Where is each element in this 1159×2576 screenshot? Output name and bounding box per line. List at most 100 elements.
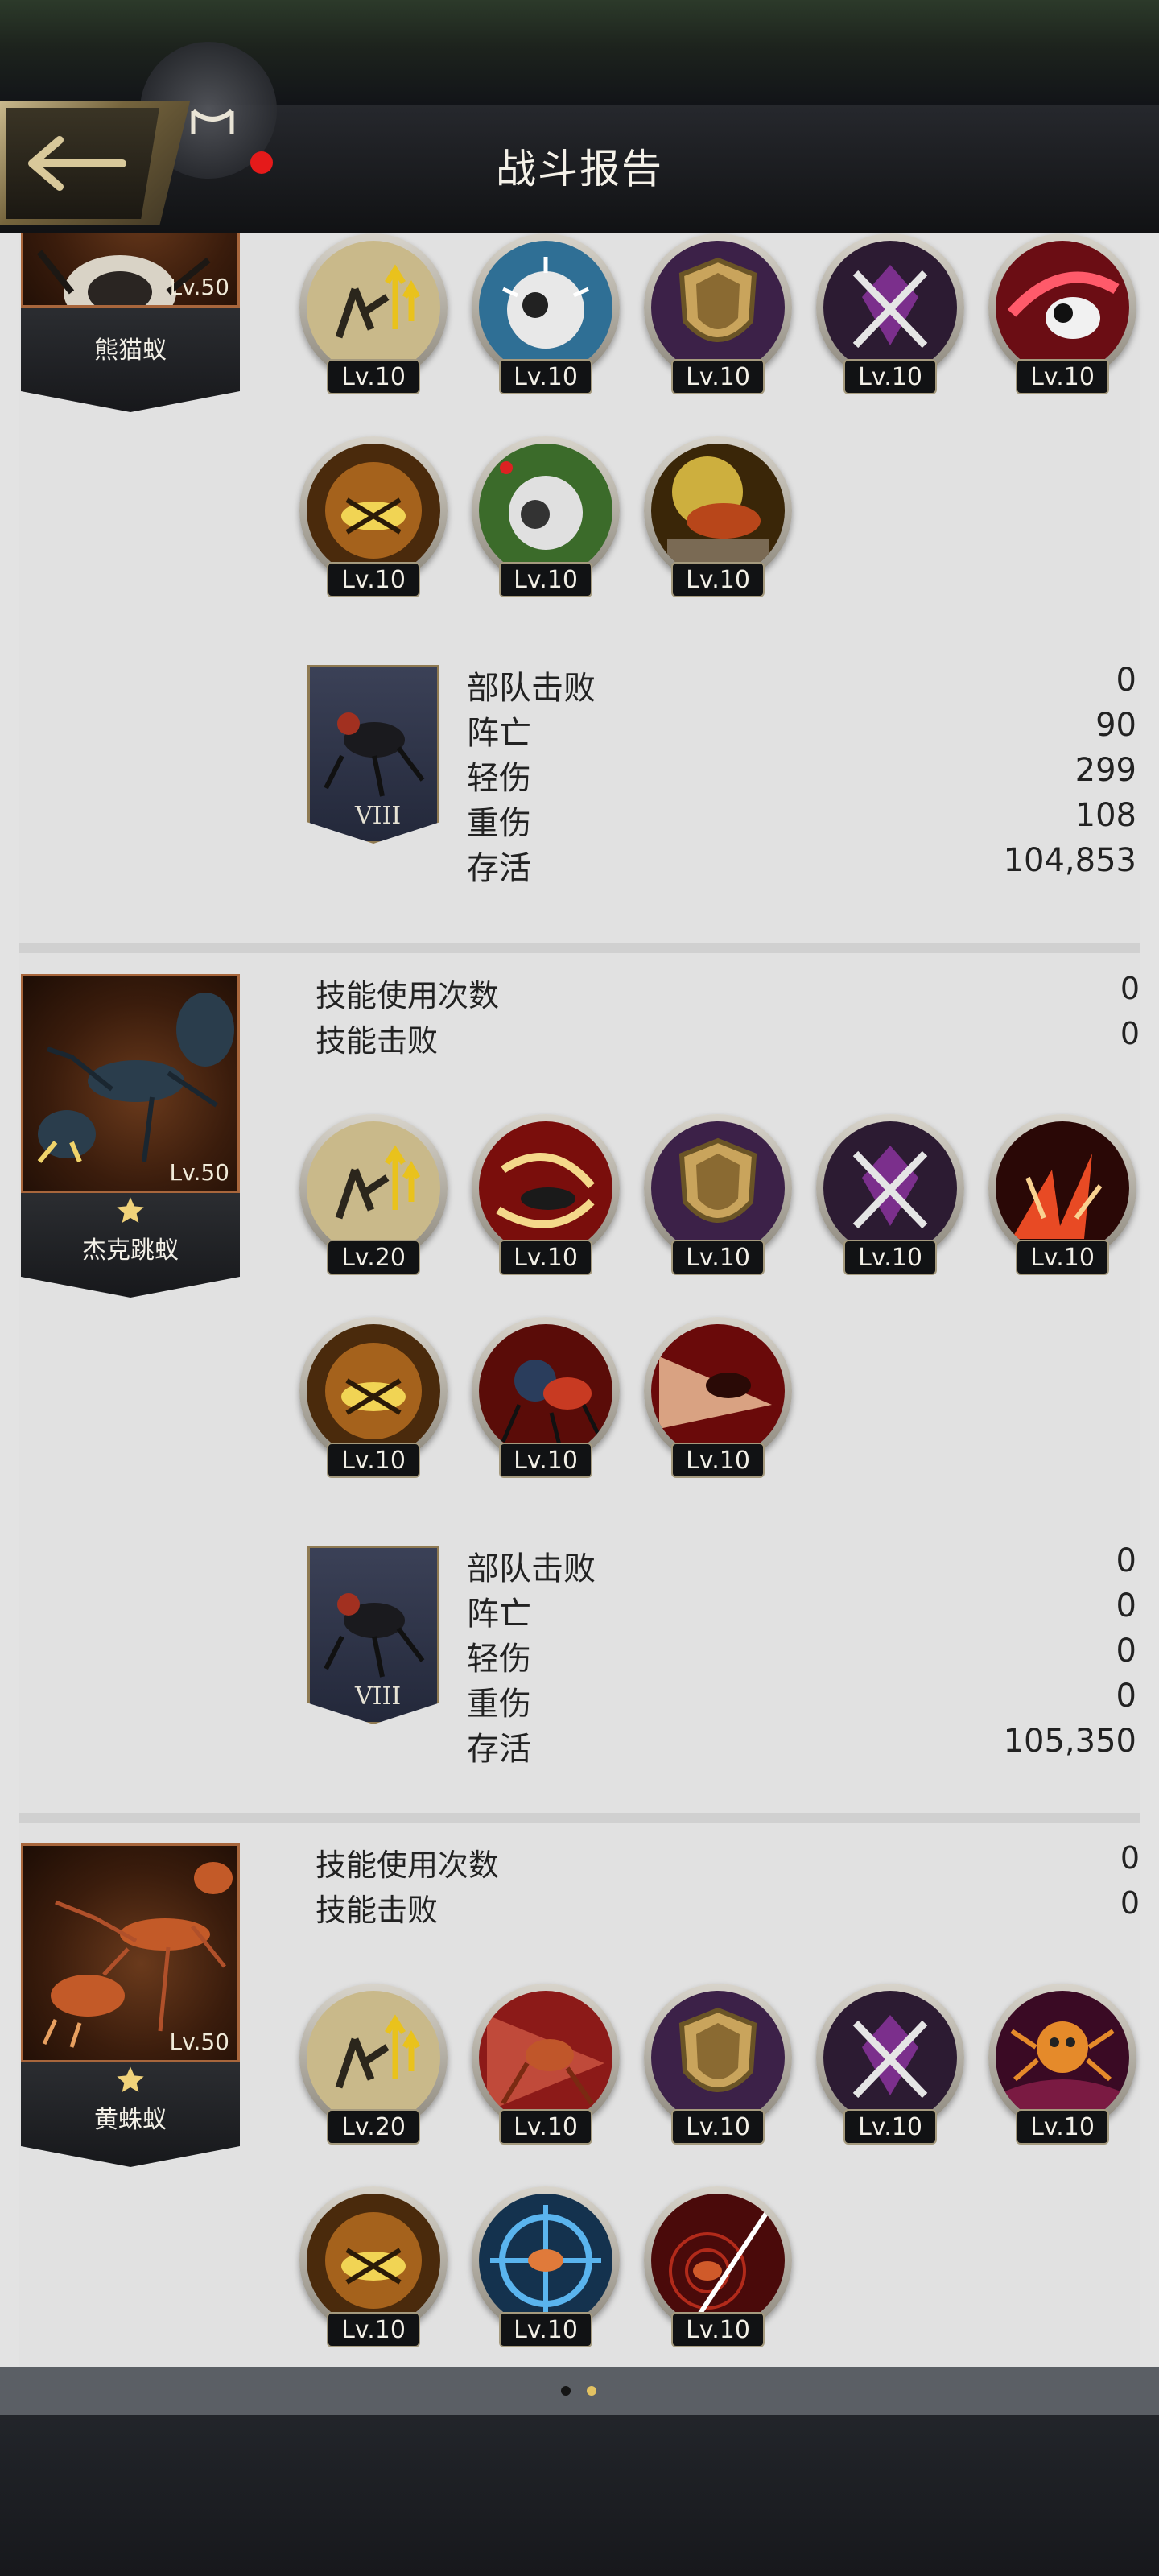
skill-orange-spider-icon[interactable]: Lv.10 — [988, 1984, 1136, 2148]
section-divider — [19, 1813, 1140, 1823]
skill-level: Lv.20 — [327, 1240, 420, 1275]
skill-level: Lv.10 — [1016, 1240, 1109, 1275]
skill-swords-icon[interactable]: Lv.10 — [816, 233, 964, 398]
page-dot[interactable] — [561, 2386, 571, 2396]
skill-level: Lv.10 — [327, 2312, 420, 2347]
unit-name: 熊猫蚁 — [94, 336, 167, 365]
unit-name-banner: 黄蛛蚁 — [21, 2062, 240, 2167]
bottom-bar — [0, 2415, 1159, 2576]
skill-level: Lv.10 — [671, 1240, 765, 1275]
star-icon — [117, 2066, 144, 2092]
skill-golden-ant-icon[interactable]: Lv.10 — [299, 2186, 448, 2351]
stat-value-defeated: 0 — [1116, 662, 1136, 699]
stat-label-heavy-wound: 重伤 — [467, 805, 531, 842]
skill-uses-label: 技能使用次数 — [316, 978, 500, 1013]
skill-level: Lv.10 — [499, 562, 592, 597]
stat-value-dead: 0 — [1116, 1587, 1136, 1624]
stat-label-heavy-wound: 重伤 — [467, 1686, 531, 1723]
skill-level: Lv.10 — [499, 1443, 592, 1478]
skill-light-ant-icon[interactable]: Lv.10 — [644, 1317, 792, 1481]
skill-level: Lv.10 — [671, 1443, 765, 1478]
skill-boost-icon[interactable]: Lv.20 — [299, 1114, 448, 1278]
skill-boost-icon[interactable]: Lv.20 — [299, 1984, 448, 2148]
stat-label-defeated: 部队击败 — [467, 1550, 596, 1587]
skill-uses-value: 0 — [1120, 971, 1140, 1006]
skill-shield-icon[interactable]: Lv.10 — [644, 1114, 792, 1278]
unit-name: 杰克跳蚁 — [82, 1236, 179, 1265]
troop-tier: VIII — [354, 1682, 401, 1711]
skill-level: Lv.10 — [499, 359, 592, 394]
portrait-level: Lv.50 — [169, 2029, 229, 2055]
stat-label-dead: 阵亡 — [467, 715, 531, 752]
skill-crosshair-icon[interactable]: Lv.10 — [472, 2186, 620, 2351]
skill-slash-icon[interactable]: Lv.10 — [472, 1114, 620, 1278]
notification-dot — [250, 151, 273, 174]
skill-level: Lv.10 — [843, 1240, 937, 1275]
battle-report-list[interactable]: Lv.50 熊猫蚁 Lv.10 Lv.10 Lv.10 Lv.10 Lv.10 … — [0, 233, 1159, 2367]
stat-label-dead: 阵亡 — [467, 1596, 531, 1633]
stat-label-light-wound: 轻伤 — [467, 760, 531, 797]
skill-golden-ant-icon[interactable]: Lv.10 — [299, 1317, 448, 1481]
unit-name: 黄蛛蚁 — [94, 2106, 167, 2134]
skill-spider-ant-icon[interactable]: Lv.10 — [472, 1984, 620, 2148]
stat-value-survive: 104,853 — [1003, 842, 1136, 879]
skill-level: Lv.10 — [327, 1443, 420, 1478]
skill-boost-icon[interactable]: Lv.10 — [299, 233, 448, 398]
skill-defeats-label: 技能击败 — [316, 1893, 439, 1928]
stat-value-survive: 105,350 — [1003, 1723, 1136, 1760]
skill-spore-icon[interactable]: Lv.10 — [472, 436, 620, 601]
skill-spike-icon[interactable]: Lv.10 — [472, 233, 620, 398]
stat-value-dead: 90 — [1095, 707, 1136, 744]
unit-name-banner: 杰克跳蚁 — [21, 1193, 240, 1298]
skill-level: Lv.10 — [499, 2109, 592, 2145]
back-arrow-icon[interactable] — [24, 135, 127, 192]
skill-defeats-value: 0 — [1120, 1016, 1140, 1051]
stat-value-defeated: 0 — [1116, 1542, 1136, 1579]
stat-label-defeated: 部队击败 — [467, 670, 596, 707]
skill-level: Lv.10 — [843, 2109, 937, 2145]
skill-shield-icon[interactable]: Lv.10 — [644, 233, 792, 398]
skill-defeats-label: 技能击败 — [316, 1023, 439, 1059]
skill-defeats-value: 0 — [1120, 1885, 1140, 1921]
skill-level: Lv.10 — [1016, 2109, 1109, 2145]
skill-level: Lv.10 — [671, 2109, 765, 2145]
skill-fire-ant-icon[interactable]: Lv.10 — [644, 436, 792, 601]
skill-level: Lv.10 — [843, 359, 937, 394]
skill-red-ant-icon[interactable]: Lv.10 — [472, 1317, 620, 1481]
skill-level: Lv.10 — [499, 2312, 592, 2347]
skill-level: Lv.10 — [327, 359, 420, 394]
star-icon — [117, 1197, 144, 1223]
skill-level: Lv.10 — [671, 562, 765, 597]
skill-swords-icon[interactable]: Lv.10 — [816, 1114, 964, 1278]
mail-icon[interactable] — [190, 106, 235, 138]
skill-uses-label: 技能使用次数 — [316, 1847, 500, 1883]
page-dot-active[interactable] — [587, 2386, 596, 2396]
skill-level: Lv.10 — [671, 359, 765, 394]
skill-shield-icon[interactable]: Lv.10 — [644, 1984, 792, 2148]
portrait-level: Lv.50 — [169, 274, 229, 300]
skill-swords-icon[interactable]: Lv.10 — [816, 1984, 964, 2148]
troop-card[interactable]: VIII — [307, 665, 439, 844]
skill-burst-icon[interactable]: Lv.10 — [988, 1114, 1136, 1278]
stat-label-survive: 存活 — [467, 850, 531, 887]
skill-uses-value: 0 — [1120, 1840, 1140, 1876]
skill-strike-icon[interactable]: Lv.10 — [988, 233, 1136, 398]
stat-label-survive: 存活 — [467, 1731, 531, 1768]
troop-card[interactable]: VIII — [307, 1546, 439, 1724]
skill-web-slash-icon[interactable]: Lv.10 — [644, 2186, 792, 2351]
stat-value-heavy-wound: 108 — [1074, 797, 1136, 834]
stat-value-light-wound: 0 — [1116, 1633, 1136, 1670]
skill-level: Lv.10 — [671, 2312, 765, 2347]
page-indicator — [0, 2367, 1159, 2415]
skill-level: Lv.10 — [1016, 359, 1109, 394]
stat-label-light-wound: 轻伤 — [467, 1641, 531, 1678]
skill-golden-ant-icon[interactable]: Lv.10 — [299, 436, 448, 601]
section-divider — [19, 943, 1140, 953]
unit-portrait-yellow-spider-ant[interactable]: Lv.50 — [21, 1843, 240, 2062]
stat-value-heavy-wound: 0 — [1116, 1678, 1136, 1715]
unit-portrait-jack-jumper[interactable]: Lv.50 — [21, 974, 240, 1193]
portrait-level: Lv.50 — [169, 1159, 229, 1186]
unit-portrait-panda-ant[interactable]: Lv.50 — [21, 233, 240, 308]
skill-level: Lv.10 — [327, 562, 420, 597]
troop-tier: VIII — [354, 802, 401, 830]
